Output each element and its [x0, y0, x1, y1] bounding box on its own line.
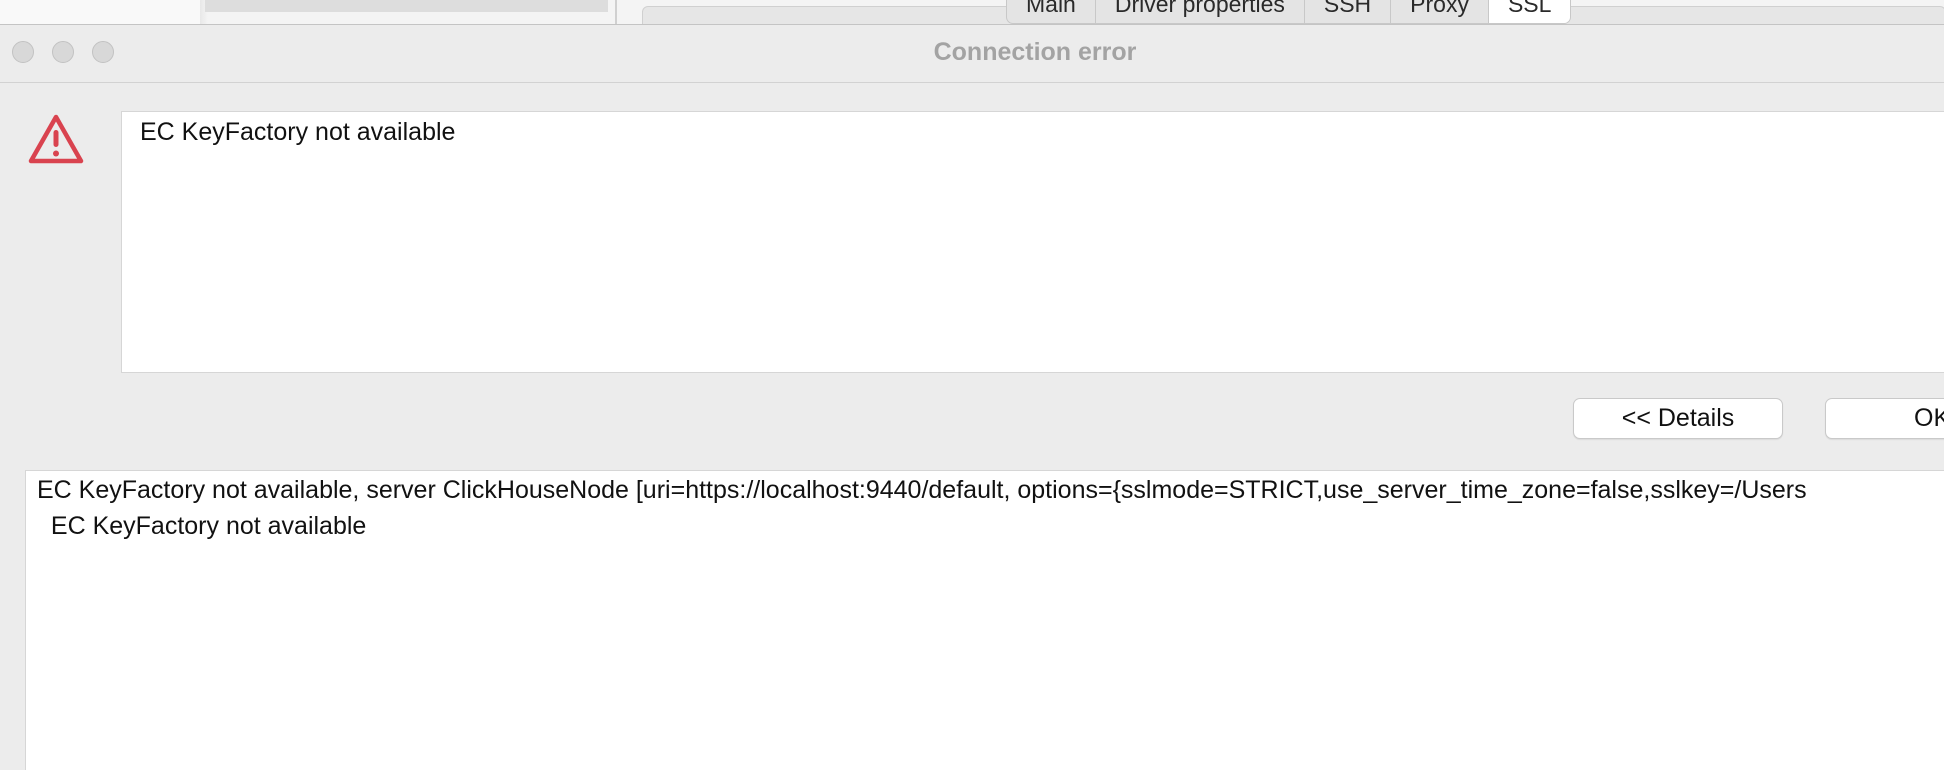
dialog-title: Connection error — [933, 38, 1137, 66]
tab-proxy[interactable]: Proxy — [1391, 0, 1489, 23]
tab-main[interactable]: Main — [1007, 0, 1096, 23]
background-sidebar — [0, 0, 205, 24]
ok-button[interactable]: OK — [1825, 398, 1944, 439]
tab-ssl[interactable]: SSL — [1488, 0, 1571, 23]
tab-driver-properties[interactable]: Driver properties — [1096, 0, 1305, 23]
background-divider — [615, 0, 617, 24]
connection-error-dialog: Connection error EC KeyFactory not avail… — [0, 24, 1944, 770]
background-list-header — [205, 0, 608, 12]
error-details-textarea[interactable]: EC KeyFactory not available, server Clic… — [25, 470, 1944, 770]
connection-settings-tabs: Main Driver properties SSH Proxy SSL — [1006, 0, 1572, 24]
error-message-text: EC KeyFactory not available — [140, 118, 456, 146]
warning-triangle-icon — [28, 114, 84, 164]
error-message-box: EC KeyFactory not available — [121, 111, 1944, 373]
background-window: Main Driver properties SSH Proxy SSL — [0, 0, 1944, 24]
details-toggle-button[interactable]: << Details — [1573, 398, 1783, 439]
details-line-2: EC KeyFactory not available — [37, 512, 367, 540]
tab-ssh[interactable]: SSH — [1305, 0, 1392, 23]
dialog-titlebar: Connection error — [0, 25, 1944, 83]
details-line-1: EC KeyFactory not available, server Clic… — [37, 476, 1807, 504]
